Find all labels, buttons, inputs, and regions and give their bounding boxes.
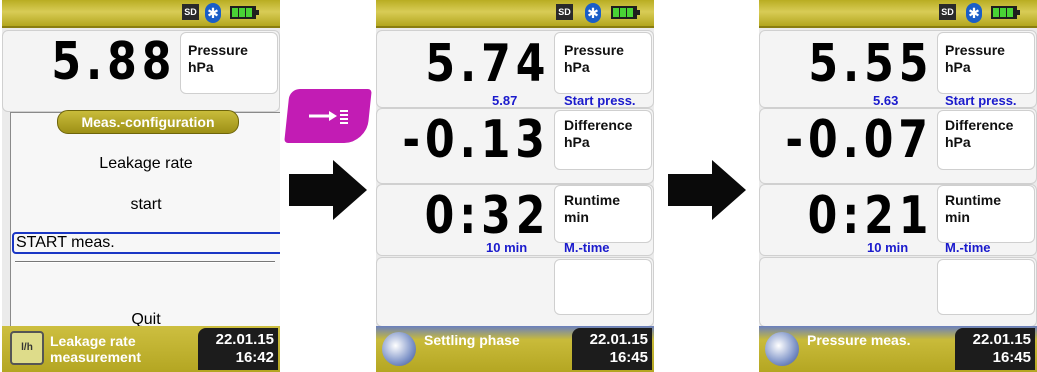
datetime-box: 22.01.15 16:42 bbox=[198, 328, 278, 370]
bluetooth-icon: ✱ bbox=[585, 3, 601, 23]
start-list-icon bbox=[309, 110, 348, 124]
menu-item-start-meas[interactable]: START meas. bbox=[12, 232, 280, 254]
meas-time-value: 10 min bbox=[867, 240, 909, 255]
date: 22.01.15 bbox=[215, 331, 274, 348]
pressure-label: Pressure bbox=[188, 42, 248, 58]
difference-value: -0.13 bbox=[402, 110, 550, 170]
pressure-label: Pressure bbox=[945, 42, 1005, 58]
arrow-right-icon bbox=[668, 160, 746, 220]
runtime-label: Runtime bbox=[945, 192, 1001, 208]
datetime-box: 22.01.15 16:45 bbox=[572, 328, 652, 370]
arrow-right-icon bbox=[289, 160, 367, 220]
pressure-value: 5.55 bbox=[808, 34, 933, 94]
screen-meas-config: SD ✱ 5.88 Pressure hPa Meas.-configurati… bbox=[2, 0, 280, 372]
leakage-rate-icon: l/h bbox=[10, 331, 44, 365]
menu-title: Meas.-configuration bbox=[57, 110, 239, 134]
time: 16:45 bbox=[609, 349, 648, 366]
pressure-value: 5.74 bbox=[425, 34, 550, 94]
battery-icon bbox=[611, 6, 640, 19]
screen-settling-phase: SD ✱ 5.74 Pressure hPa 5.87 Start press.… bbox=[376, 0, 654, 372]
settling-phase-icon bbox=[382, 332, 416, 366]
status-bar: SD ✱ bbox=[2, 0, 280, 28]
meas-config-menu: Meas.-configuration Leakage rate start S… bbox=[10, 110, 280, 332]
status-text-line2: measurement bbox=[50, 349, 142, 365]
start-pressure-value: 5.87 bbox=[492, 93, 518, 108]
pressure-unit: hPa bbox=[564, 59, 590, 75]
status-bar: SD ✱ bbox=[376, 0, 654, 28]
runtime-unit: min bbox=[945, 209, 970, 225]
battery-icon bbox=[991, 6, 1020, 19]
menu-item-leakage-rate[interactable]: Leakage rate bbox=[11, 155, 280, 173]
bottom-bar: l/h Leakage rate measurement 22.01.15 16… bbox=[2, 326, 280, 372]
pressure-unit: hPa bbox=[945, 59, 971, 75]
sd-card-icon: SD bbox=[939, 4, 956, 20]
battery-icon bbox=[230, 6, 259, 19]
sd-card-icon: SD bbox=[556, 4, 573, 20]
bottom-bar: Pressure meas. 22.01.15 16:45 bbox=[759, 326, 1037, 372]
pressure-meas-icon bbox=[765, 332, 799, 366]
difference-value: -0.07 bbox=[785, 110, 933, 170]
status-text-line1: Leakage rate bbox=[50, 333, 136, 349]
meas-time-label: M.-time bbox=[564, 240, 610, 255]
pressure-label: Pressure bbox=[564, 42, 624, 58]
time: 16:42 bbox=[235, 349, 274, 366]
date: 22.01.15 bbox=[972, 331, 1031, 348]
time: 16:45 bbox=[992, 349, 1031, 366]
difference-label: Difference bbox=[945, 117, 1014, 133]
start-pressure-label: Start press. bbox=[945, 93, 1017, 108]
date: 22.01.15 bbox=[589, 331, 648, 348]
empty-label-box bbox=[937, 259, 1035, 315]
runtime-value: 0:32 bbox=[424, 186, 550, 246]
start-pressure-label: Start press. bbox=[564, 93, 636, 108]
menu-item-start[interactable]: start bbox=[11, 196, 280, 214]
bluetooth-icon: ✱ bbox=[205, 3, 221, 23]
sd-card-icon: SD bbox=[182, 4, 199, 20]
empty-label-box bbox=[554, 259, 652, 315]
runtime-unit: min bbox=[564, 209, 589, 225]
datetime-box: 22.01.15 16:45 bbox=[955, 328, 1035, 370]
meas-time-value: 10 min bbox=[486, 240, 528, 255]
pressure-unit: hPa bbox=[188, 59, 214, 75]
bluetooth-icon: ✱ bbox=[966, 3, 982, 23]
runtime-value: 0:21 bbox=[807, 186, 933, 246]
meas-time-label: M.-time bbox=[945, 240, 991, 255]
status-text: Pressure meas. bbox=[807, 332, 911, 348]
start-pressure-value: 5.63 bbox=[873, 93, 899, 108]
softkey-start-list[interactable] bbox=[284, 89, 372, 143]
difference-unit: hPa bbox=[564, 134, 590, 150]
status-bar: SD ✱ bbox=[759, 0, 1037, 28]
runtime-label: Runtime bbox=[564, 192, 620, 208]
difference-unit: hPa bbox=[945, 134, 971, 150]
menu-divider bbox=[15, 261, 275, 263]
screen-pressure-meas: SD ✱ 5.55 Pressure hPa 5.63 Start press.… bbox=[759, 0, 1037, 372]
bottom-bar: Settling phase 22.01.15 16:45 bbox=[376, 326, 654, 372]
pressure-value: 5.88 bbox=[51, 32, 176, 92]
difference-label: Difference bbox=[564, 117, 633, 133]
status-text: Settling phase bbox=[424, 332, 520, 348]
